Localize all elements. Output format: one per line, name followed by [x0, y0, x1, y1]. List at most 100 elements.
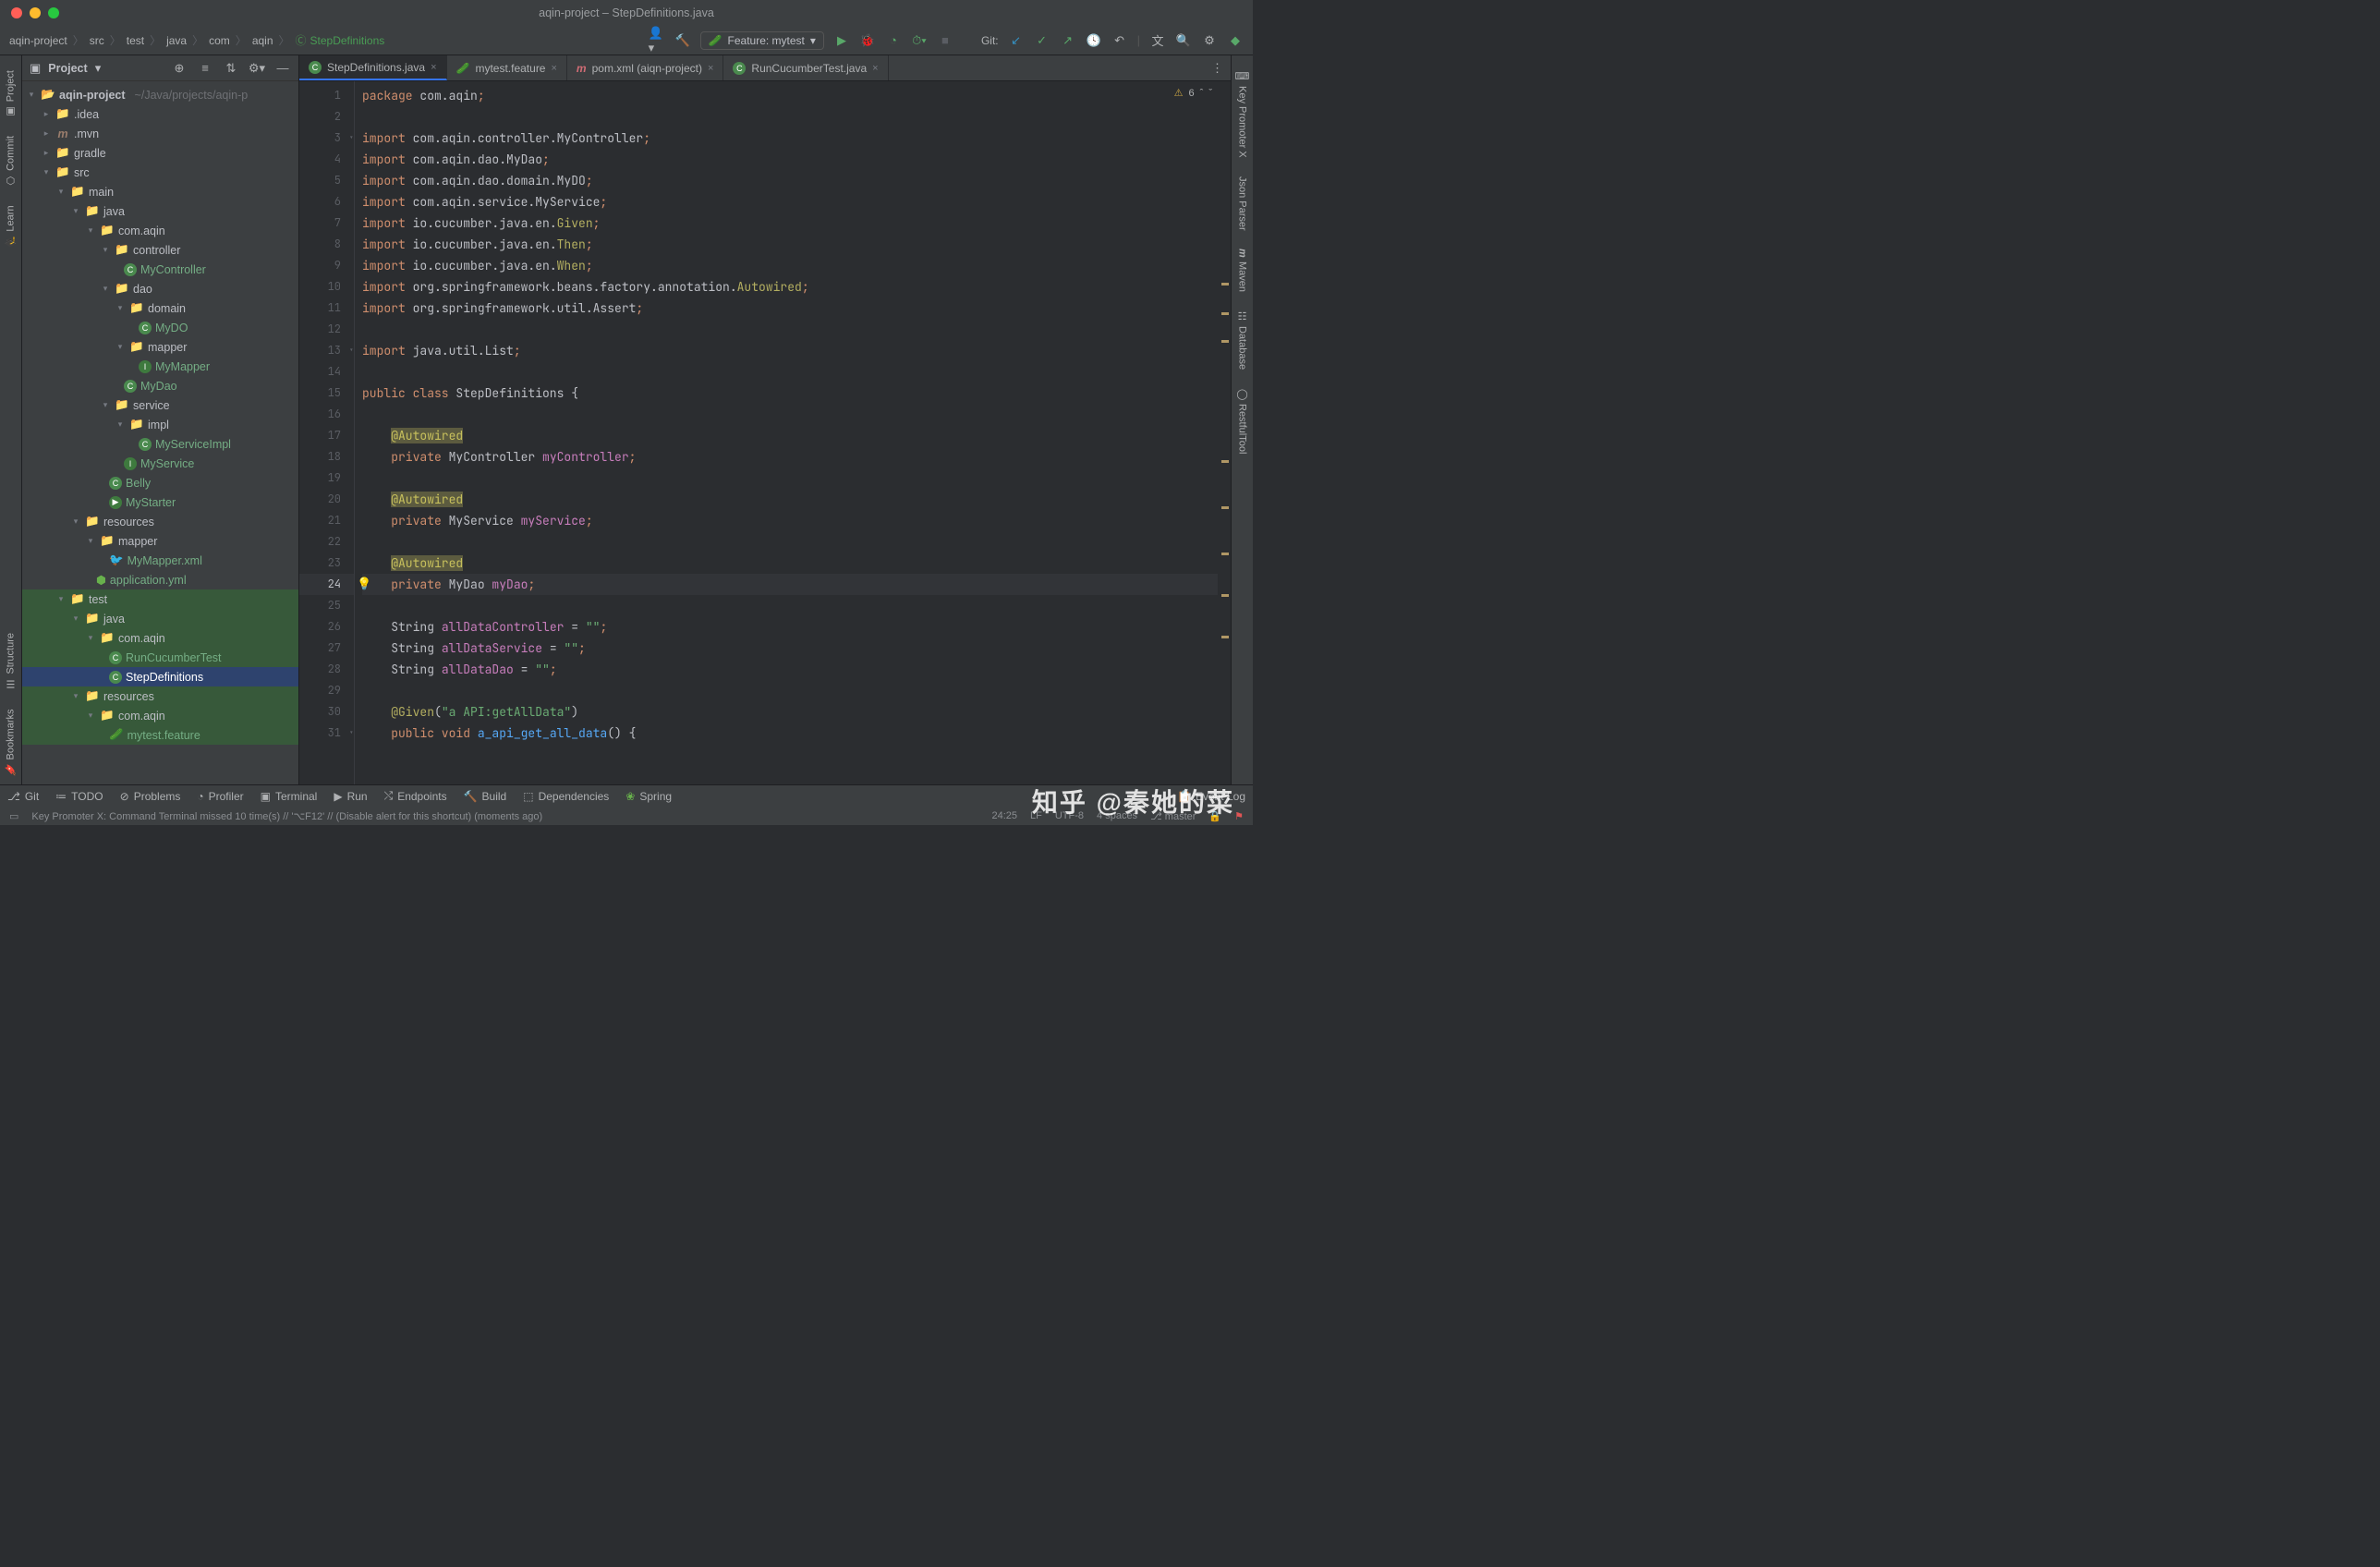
inspection-stripe[interactable]	[1218, 81, 1231, 784]
close-icon[interactable]: ×	[551, 63, 556, 74]
eventlog-tool-button[interactable]: 📋Event Log	[1177, 790, 1245, 803]
tree-item-mymapper[interactable]: IMyMapper	[22, 357, 298, 376]
search-everywhere-button[interactable]: 🔍	[1175, 32, 1192, 49]
database-tab[interactable]: ☷Database	[1234, 301, 1250, 379]
restfultool-tab[interactable]: ◯RestfulTool	[1234, 379, 1250, 463]
tree-item-mydo[interactable]: CMyDO	[22, 318, 298, 337]
tree-item-domain[interactable]: ▾📁domain	[22, 298, 298, 318]
tree-item-gradle[interactable]: ▸📁gradle	[22, 143, 298, 163]
intention-bulb-icon[interactable]: 💡	[357, 577, 371, 591]
tree-item-java2[interactable]: ▾📁java	[22, 609, 298, 628]
line-number-gutter[interactable]: 1234567891011121314151617181920212223242…	[299, 81, 355, 784]
tab-stepdefinitions[interactable]: CStepDefinitions.java×	[299, 55, 447, 80]
tree-item-mycontroller[interactable]: CMyController	[22, 260, 298, 279]
tree-item-main[interactable]: ▾📁main	[22, 182, 298, 201]
project-tree[interactable]: ▾📂aqin-project~/Java/projects/aqin-p ▸📁.…	[22, 81, 298, 784]
tree-item-mytestfeature[interactable]: 🥒mytest.feature	[22, 725, 298, 745]
tree-item-myserviceimpl[interactable]: CMyServiceImpl	[22, 434, 298, 454]
caret-position[interactable]: 24:25	[991, 810, 1017, 821]
tree-item-resources[interactable]: ▾📁resources	[22, 512, 298, 531]
profiler-tool-button[interactable]: ◔Profiler	[197, 790, 243, 803]
code-content[interactable]: package com.aqin; import com.aqin.contro…	[355, 81, 1218, 784]
jsonparser-tab[interactable]: Json Parser	[1235, 167, 1250, 240]
profile-button[interactable]: ⏱▾	[911, 32, 928, 49]
build-tool-button[interactable]: 🔨Build	[464, 790, 507, 803]
tab-pomxml[interactable]: mpom.xml (aiqn-project)×	[567, 55, 723, 80]
chevron-down-icon[interactable]: ˇ	[1208, 88, 1212, 99]
hide-panel-icon[interactable]: —	[274, 60, 291, 77]
plugin-icon[interactable]: ◆	[1227, 32, 1244, 49]
run-button[interactable]: ▶	[833, 32, 850, 49]
tree-item-mydao[interactable]: CMyDao	[22, 376, 298, 395]
tree-item-test[interactable]: ▾📁test	[22, 589, 298, 609]
notification-icon[interactable]: ⚑	[1234, 810, 1244, 822]
todo-tool-button[interactable]: ≔TODO	[55, 790, 103, 803]
coverage-button[interactable]: ◔	[885, 32, 902, 49]
keypromoter-tab[interactable]: ⌨Key Promoter X	[1234, 61, 1250, 167]
run-tool-button[interactable]: ▶Run	[334, 790, 367, 803]
problems-tool-button[interactable]: ⊘Problems	[120, 790, 181, 803]
breadcrumb-segment[interactable]: aqin	[252, 34, 273, 47]
history-button[interactable]: 🕓	[1086, 32, 1102, 49]
stop-button[interactable]: ■	[937, 32, 953, 49]
tree-item-dao[interactable]: ▾📁dao	[22, 279, 298, 298]
tree-item-java[interactable]: ▾📁java	[22, 201, 298, 221]
chevron-up-icon[interactable]: ˆ	[1200, 88, 1204, 99]
terminal-tool-button[interactable]: ▣Terminal	[261, 790, 318, 803]
tree-item-myservice[interactable]: IMyService	[22, 454, 298, 473]
spring-tool-button[interactable]: ❀Spring	[625, 790, 672, 803]
git-pull-button[interactable]: ↙	[1008, 32, 1025, 49]
breadcrumb[interactable]: aqin-project〉 src〉 test〉 java〉 com〉 aqin…	[9, 32, 384, 48]
tree-item-mystarter[interactable]: ▶MyStarter	[22, 492, 298, 512]
tree-item-service[interactable]: ▾📁service	[22, 395, 298, 415]
maven-tab[interactable]: mMaven	[1235, 239, 1250, 301]
structure-tool-tab[interactable]: ☰Structure	[3, 624, 18, 699]
undo-button[interactable]: ↶	[1111, 32, 1128, 49]
tree-item-appyml[interactable]: ⬢application.yml	[22, 570, 298, 589]
dependencies-tool-button[interactable]: ⬚Dependencies	[523, 790, 609, 803]
collapse-all-icon[interactable]: ⇅	[223, 60, 239, 77]
commit-tool-tab[interactable]: ⬡Commit	[3, 127, 18, 196]
tree-item-mymapperxml[interactable]: 🐦MyMapper.xml	[22, 551, 298, 570]
endpoints-tool-button[interactable]: ⤭Endpoints	[384, 789, 447, 803]
tree-item-pkg3[interactable]: ▾📁com.aqin	[22, 706, 298, 725]
settings-icon[interactable]: ⚙▾	[249, 60, 265, 77]
git-branch-widget[interactable]: ⎇ master	[1150, 810, 1196, 822]
lock-icon[interactable]: 🔒	[1208, 810, 1221, 822]
close-icon[interactable]: ×	[431, 62, 436, 73]
user-icon[interactable]: 👤▾	[649, 32, 665, 49]
file-encoding[interactable]: UTF-8	[1055, 810, 1084, 821]
maximize-window-button[interactable]	[48, 7, 59, 18]
bookmarks-tool-tab[interactable]: 🔖Bookmarks	[3, 699, 18, 784]
tree-item-mapper[interactable]: ▾📁mapper	[22, 337, 298, 357]
tree-item-src[interactable]: ▾📁src	[22, 163, 298, 182]
breadcrumb-current[interactable]: StepDefinitions	[310, 34, 385, 47]
line-separator[interactable]: LF	[1030, 810, 1042, 821]
tree-item-pkg2[interactable]: ▾📁com.aqin	[22, 628, 298, 648]
breadcrumb-segment[interactable]: java	[166, 34, 187, 47]
chevron-down-icon[interactable]: ▾	[95, 61, 102, 76]
minimize-window-button[interactable]	[30, 7, 41, 18]
git-push-button[interactable]: ↗	[1060, 32, 1076, 49]
expand-all-icon[interactable]: ≡	[197, 60, 213, 77]
tree-item-stepdefinitions[interactable]: CStepDefinitions	[22, 667, 298, 686]
tree-item-runcucumber[interactable]: CRunCucumberTest	[22, 648, 298, 667]
tree-item-idea[interactable]: ▸📁.idea	[22, 104, 298, 124]
tree-item-resources2[interactable]: ▾📁resources	[22, 686, 298, 706]
breadcrumb-segment[interactable]: src	[90, 34, 104, 47]
inspection-summary[interactable]: ⚠6 ˆ ˇ	[1174, 87, 1212, 99]
indent-settings[interactable]: 4 spaces	[1097, 810, 1137, 821]
translate-icon[interactable]: 文	[1149, 32, 1166, 49]
tree-item-controller[interactable]: ▾📁controller	[22, 240, 298, 260]
close-icon[interactable]: ×	[708, 63, 713, 74]
build-icon[interactable]: 🔨	[674, 32, 691, 49]
project-tool-tab[interactable]: ▣Project	[3, 61, 18, 127]
tree-item-mvn[interactable]: ▸m.mvn	[22, 124, 298, 143]
tab-runcucumber[interactable]: CRunCucumberTest.java×	[723, 55, 888, 80]
settings-button[interactable]: ⚙	[1201, 32, 1218, 49]
tree-item-belly[interactable]: CBelly	[22, 473, 298, 492]
breadcrumb-segment[interactable]: test	[127, 34, 144, 47]
tree-root[interactable]: ▾📂aqin-project~/Java/projects/aqin-p	[22, 85, 298, 104]
select-opened-file-icon[interactable]: ⊕	[171, 60, 188, 77]
tree-item-mapper2[interactable]: ▾📁mapper	[22, 531, 298, 551]
